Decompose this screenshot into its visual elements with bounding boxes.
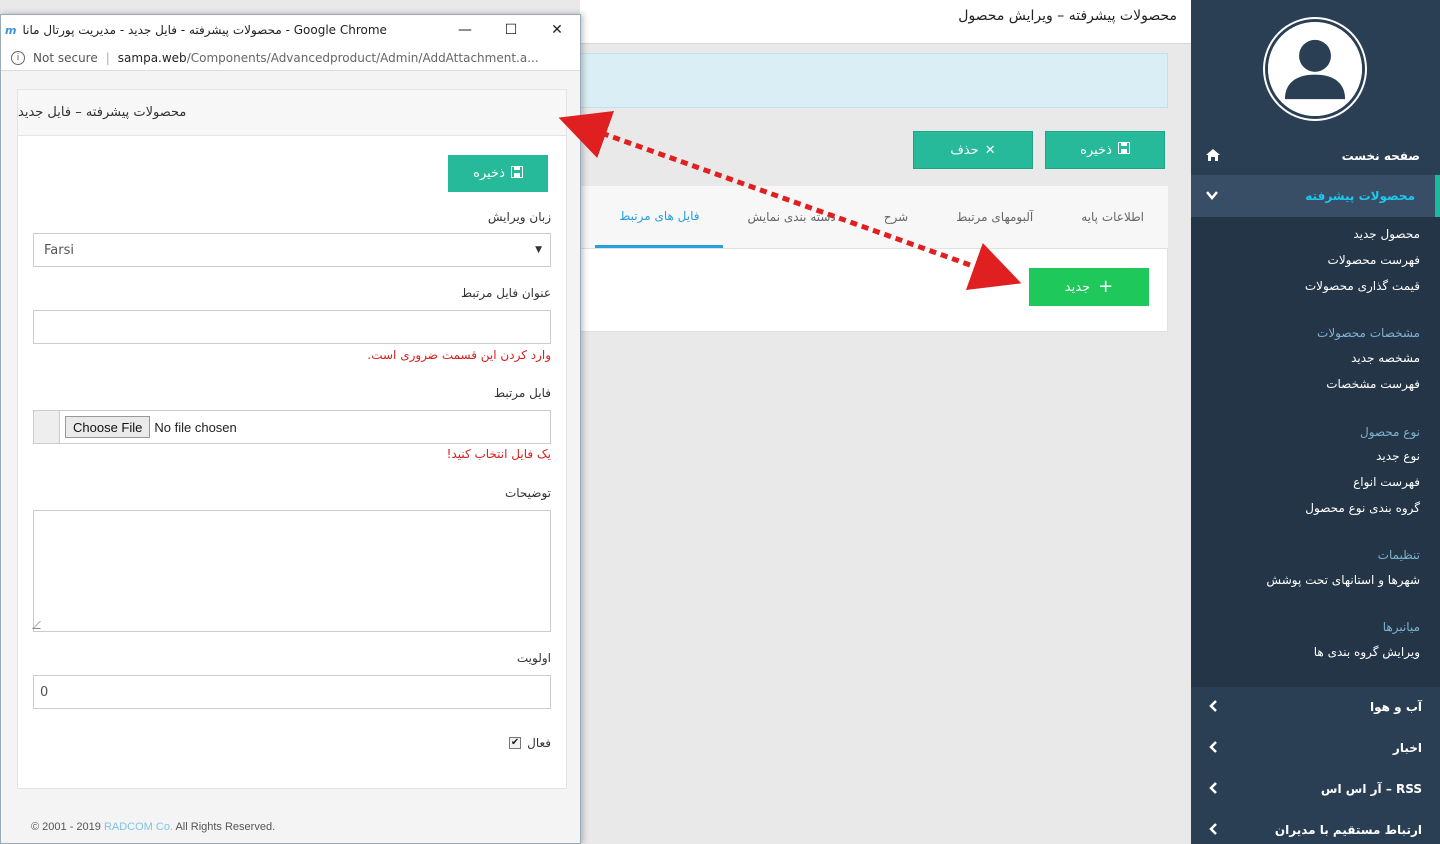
sidebar-item-label: محصولات پیشرفته (1305, 189, 1415, 203)
new-button[interactable]: + جدید (1029, 268, 1149, 306)
description-textarea[interactable] (32, 510, 551, 632)
active-label: فعال (527, 736, 551, 750)
no-file-text: No file chosen (154, 419, 237, 435)
submenu-cities[interactable]: شهرها و استانهای تحت پوشش (1266, 573, 1420, 587)
dropdown-arrow-icon: ▼ (535, 245, 542, 255)
language-select[interactable]: Farsi ▼ (33, 233, 551, 267)
tabs-bar: اطلاعات پایه آلبومهای مرتبط شرح دسته بند… (580, 186, 1168, 248)
sidebar-item-news[interactable]: اخبار (1191, 728, 1440, 768)
sidebar-item-label: ارتباط مستقیم با مدیران (1274, 823, 1422, 837)
address-separator: | (105, 50, 110, 65)
url-host: sampa.web (117, 50, 187, 65)
priority-input[interactable]: 0 (33, 675, 551, 709)
sidebar-item-rss[interactable]: آر اس اس – RSS (1191, 769, 1440, 809)
tab-description[interactable]: شرح (860, 186, 932, 248)
submenu-spec-list[interactable]: فهرست مشخصات (1326, 377, 1420, 391)
submenu-new-type[interactable]: نوع جدید (1376, 449, 1420, 463)
sidebar: صفحه نخست محصولات پیشرفته محصول جدید فهر… (1191, 0, 1440, 844)
tab-basic-info[interactable]: اطلاعات پایه (1057, 186, 1168, 248)
file-input-addon (34, 411, 60, 443)
submenu-heading-settings: تنظیمات (1377, 548, 1420, 562)
app-logo-icon: m (5, 23, 17, 37)
panel-title: محصولات پیشرفته – فایل جدید (18, 90, 566, 136)
submenu-product-pricing[interactable]: قیمت گذاری محصولات (1305, 279, 1420, 293)
sidebar-item-advanced-products[interactable]: محصولات پیشرفته (1191, 175, 1440, 217)
home-icon (1205, 148, 1221, 165)
copyright: © 2001 - 2019 RADCOM Co. All Rights Rese… (31, 821, 275, 833)
popup-save-button[interactable]: ذخیره (448, 155, 548, 192)
submenu-type-group[interactable]: گروه بندی نوع محصول (1305, 501, 1420, 515)
sidebar-item-label: آر اس اس – RSS (1320, 782, 1422, 796)
sidebar-item-contact-admins[interactable]: ارتباط مستقیم با مدیران (1191, 810, 1440, 844)
file-title-label: عنوان فایل مرتبط (461, 286, 551, 300)
chevron-down-icon (1205, 188, 1219, 205)
page-header: محصولات پیشرفته – ویرایش محصول (580, 0, 1191, 44)
info-icon[interactable]: i (11, 50, 25, 65)
delete-label: حذف (950, 142, 979, 158)
tab-display-category[interactable]: دسته بندی نمایش (723, 186, 859, 248)
sidebar-item-label: آب و هوا (1370, 700, 1422, 714)
url-path: /Components/Advancedproduct/Admin/AddAtt… (186, 50, 539, 65)
required-error: وارد کردن این قسمت ضروری است. (367, 348, 551, 362)
minimize-icon[interactable]: — (442, 15, 488, 45)
sidebar-submenu: محصول جدید فهرست محصولات قیمت گذاری محصو… (1191, 217, 1440, 687)
active-checkbox-row[interactable]: ✔ فعال (509, 736, 551, 750)
chevron-left-icon (1207, 822, 1221, 839)
new-label: جدید (1064, 279, 1091, 295)
save-button[interactable]: ذخیره (1045, 131, 1165, 169)
file-label: فایل مرتبط (493, 386, 551, 400)
save-label: ذخیره (473, 166, 505, 181)
tab-related-albums[interactable]: آلبومهای مرتبط (932, 186, 1057, 248)
copyright-brand-link[interactable]: RADCOM Co. (104, 821, 173, 833)
not-secure-label: Not secure (33, 50, 98, 65)
chevron-left-icon (1207, 781, 1221, 798)
sidebar-item-home[interactable]: صفحه نخست (1191, 137, 1440, 175)
submenu-new-product[interactable]: محصول جدید (1353, 227, 1420, 241)
page-title: محصولات پیشرفته – ویرایش محصول (958, 8, 1177, 24)
copyright-prefix: © 2001 - 2019 (31, 821, 101, 833)
choose-file-button[interactable]: Choose File (65, 416, 151, 438)
active-checkbox[interactable]: ✔ (509, 737, 522, 749)
save-label: ذخیره (1080, 142, 1112, 158)
popup-body: محصولات پیشرفته – فایل جدید ذخیره زبان و… (1, 71, 580, 843)
submenu-heading-shortcuts: میانبرها (1382, 620, 1420, 634)
submenu-type-list[interactable]: فهرست انواع (1353, 475, 1420, 489)
maximize-icon[interactable]: ☐ (488, 15, 534, 45)
window-title: محصولات پیشرفته - فایل جدید - مدیریت پور… (22, 23, 387, 37)
popup-window: m محصولات پیشرفته - فایل جدید - مدیریت پ… (0, 14, 581, 844)
description-label: توضیحات (504, 486, 551, 500)
delete-button[interactable]: ✕ حذف (913, 131, 1033, 169)
priority-label: اولویت (516, 651, 551, 665)
sidebar-item-label: صفحه نخست (1341, 149, 1420, 163)
submenu-new-spec[interactable]: مشخصه جدید (1351, 351, 1420, 365)
language-label: زبان ویرایش (487, 210, 551, 224)
file-error: یک فایل انتخاب کنید! (446, 447, 551, 461)
submenu-edit-groups[interactable]: ویرایش گروه بندی ها (1314, 645, 1420, 659)
submenu-heading-specs: مشخصات محصولات (1317, 326, 1420, 340)
language-value: Farsi (44, 242, 74, 258)
resize-grip-icon[interactable] (32, 621, 48, 629)
chevron-left-icon (1207, 699, 1221, 716)
file-input[interactable]: Choose File No file chosen (33, 410, 551, 444)
user-avatar-icon[interactable] (1265, 19, 1365, 119)
plus-icon: + (1098, 276, 1114, 297)
copyright-suffix: All Rights Reserved. (175, 821, 276, 833)
chevron-left-icon (1207, 740, 1221, 757)
window-titlebar[interactable]: m محصولات پیشرفته - فایل جدید - مدیریت پ… (1, 15, 580, 45)
close-icon: ✕ (984, 142, 996, 158)
sidebar-item-label: اخبار (1392, 741, 1422, 755)
submenu-product-list[interactable]: فهرست محصولات (1328, 253, 1420, 267)
address-bar[interactable]: i Not secure | sampa.web/Components/Adva… (1, 45, 580, 71)
floppy-icon (1117, 142, 1130, 158)
info-alert (580, 53, 1168, 108)
sidebar-item-weather[interactable]: آب و هوا (1191, 687, 1440, 727)
submenu-heading-type: نوع محصول (1359, 425, 1420, 439)
tab-related-files[interactable]: فایل های مرتبط (595, 186, 724, 248)
floppy-icon (510, 165, 523, 182)
form-panel: محصولات پیشرفته – فایل جدید ذخیره زبان و… (17, 89, 567, 789)
file-title-input[interactable] (33, 310, 551, 344)
close-icon[interactable]: ✕ (534, 15, 580, 45)
